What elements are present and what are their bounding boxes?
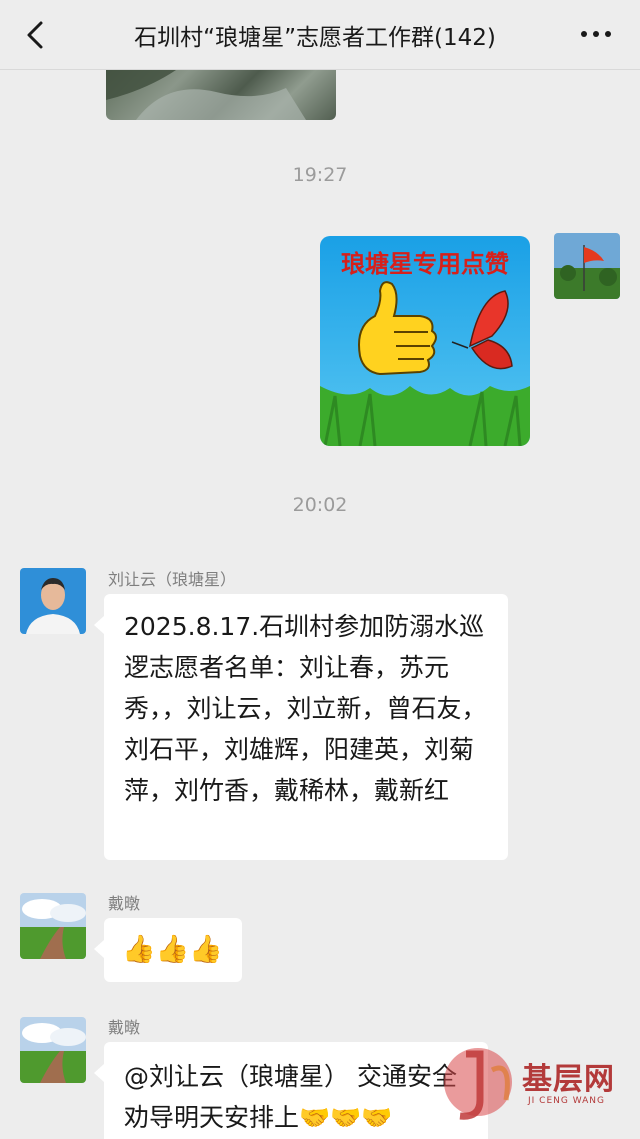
watermark-subtext: JI CENG WANG	[528, 1096, 605, 1106]
message-bubble[interactable]: 2025.8.17.石圳村参加防溺水巡逻志愿者名单：刘让春，苏元秀，，刘让云，刘…	[94, 594, 508, 860]
image-message[interactable]	[106, 70, 336, 120]
avatar[interactable]	[20, 1017, 86, 1083]
more-dots-icon[interactable]	[578, 24, 614, 44]
sticker-caption: 琅塘星专用点赞	[341, 250, 509, 278]
message-text: 👍👍👍	[122, 934, 223, 965]
message-text: @刘让云（琅塘星） 交通安全劝导明天安排上🤝🤝🤝	[124, 1062, 457, 1132]
timestamp: 19:27	[292, 164, 348, 186]
message-text: 2025.8.17.石圳村参加防溺水巡逻志愿者名单：刘让春，苏元秀，，刘让云，刘…	[124, 612, 487, 805]
sender-name: 戴暾	[108, 1018, 141, 1037]
chat-title: 石圳村“琅塘星”志愿者工作群(142)	[134, 25, 496, 51]
avatar[interactable]	[20, 568, 86, 634]
timestamp: 20:02	[292, 494, 348, 516]
sender-name: 刘让云（琅塘星）	[108, 570, 237, 589]
sender-name: 戴暾	[108, 894, 141, 913]
my-avatar[interactable]	[554, 233, 620, 299]
message-bubble[interactable]: 👍👍👍	[94, 918, 242, 982]
sticker-message[interactable]: 琅塘星专用点赞	[320, 236, 530, 446]
avatar[interactable]	[20, 893, 86, 959]
chevron-left-icon[interactable]	[18, 17, 54, 53]
watermark-text: 基层网	[522, 1062, 615, 1097]
chat-header: 石圳村“琅塘星”志愿者工作群(142)	[0, 0, 640, 70]
